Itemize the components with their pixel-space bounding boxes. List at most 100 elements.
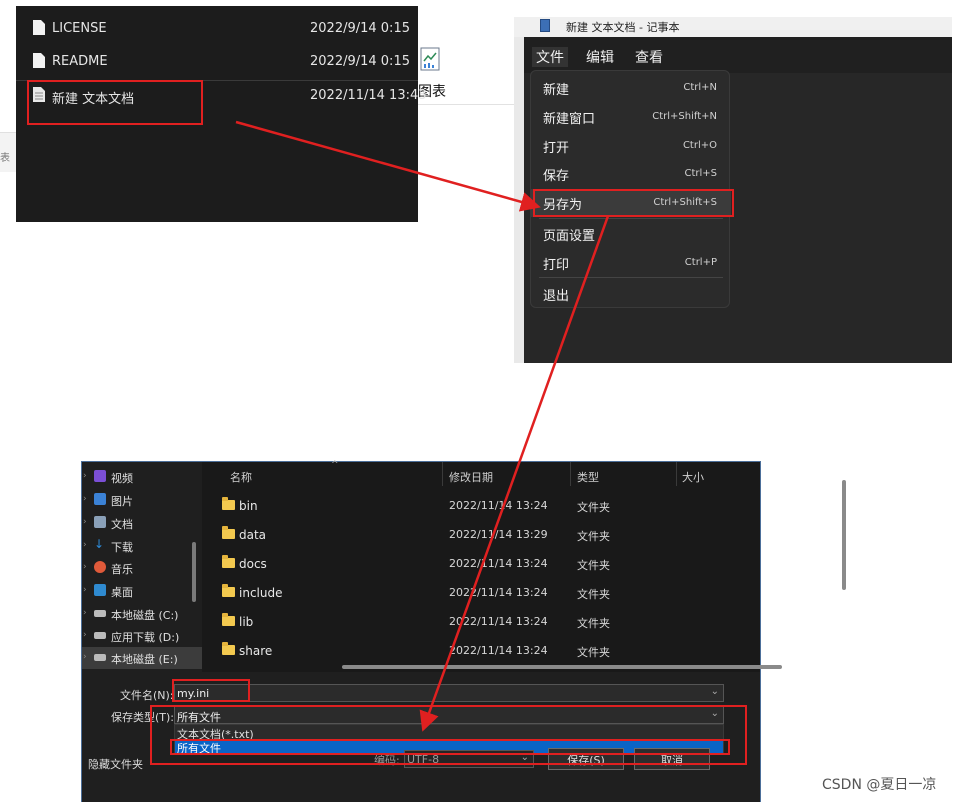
nav-item-desktop[interactable]: › 桌面 (82, 580, 202, 602)
nav-item-downloads[interactable]: › ↓ 下载 (82, 535, 202, 557)
annotation-box-filename (172, 679, 250, 702)
menu-item-exit[interactable]: 退出 (531, 280, 731, 308)
nav-item-music[interactable]: › 音乐 (82, 557, 202, 579)
menu-file[interactable]: 文件 (532, 47, 568, 67)
vertical-scrollbar[interactable] (842, 480, 846, 590)
nav-item-documents[interactable]: › 文档 (82, 512, 202, 534)
column-divider[interactable] (570, 462, 571, 486)
hide-folders-toggle[interactable]: 隐藏文件夹 (88, 756, 143, 772)
folder-icon (222, 526, 235, 539)
annotation-box-file (27, 80, 203, 125)
file-name: README (52, 54, 108, 69)
menu-item-label: 新建窗口 (543, 112, 596, 127)
drive-icon (94, 610, 106, 617)
menu-item-new-window[interactable]: 新建窗口 Ctrl+Shift+N (531, 103, 731, 131)
expand-icon[interactable]: › (83, 608, 87, 618)
background-panel: 表 (0, 132, 16, 172)
column-header-type[interactable]: 类型 (577, 469, 599, 485)
watermark-text: CSDN @夏日一凉 (822, 777, 937, 793)
notepad-titlebar: 新建 文本文档 - 记事本 (514, 17, 952, 37)
folder-type: 文件夹 (577, 646, 610, 659)
column-header-date[interactable]: 修改日期 (449, 469, 493, 485)
expand-icon[interactable]: › (83, 585, 87, 595)
folder-row[interactable]: lib 2022/11/14 13:24 文件夹 (204, 608, 719, 636)
menu-item-shortcut: Ctrl+Shift+N (652, 111, 717, 122)
expand-icon[interactable]: › (83, 517, 87, 527)
nav-item-videos[interactable]: › 视频 (82, 466, 202, 488)
nav-label: 应用下载 (D:) (111, 631, 180, 644)
expand-icon[interactable]: › (83, 471, 87, 481)
column-divider[interactable] (676, 462, 677, 486)
filename-label: 文件名(N): (120, 689, 174, 702)
menu-separator (539, 277, 723, 278)
folder-name: bin (239, 499, 258, 513)
nav-item-drive-c[interactable]: › 本地磁盘 (C:) (82, 603, 202, 625)
column-divider[interactable] (442, 462, 443, 486)
file-row[interactable]: README 2022/9/14 0:15 (16, 47, 418, 75)
file-icon (33, 53, 45, 68)
window-edge (514, 37, 524, 363)
folder-date: 2022/11/14 13:24 (449, 644, 548, 657)
desktop-icon (94, 584, 106, 596)
file-list-pane: 名称 ^ 修改日期 类型 大小 bin 2022/11/14 13:24 文件夹… (204, 460, 846, 672)
filename-input[interactable]: my.ini ⌄ (174, 684, 724, 702)
background-divider (418, 104, 516, 105)
expand-icon[interactable]: › (83, 562, 87, 572)
menu-view[interactable]: 查看 (635, 47, 663, 67)
folder-row[interactable]: data 2022/11/14 13:29 文件夹 (204, 521, 719, 549)
menu-item-print[interactable]: 打印 Ctrl+P (531, 249, 731, 277)
nav-label: 桌面 (111, 586, 133, 599)
expand-icon[interactable]: › (83, 630, 87, 640)
menu-item-label: 保存 (543, 169, 570, 184)
music-icon (94, 561, 106, 573)
menu-item-new[interactable]: 新建 Ctrl+N (531, 74, 731, 102)
folder-name: lib (239, 615, 254, 629)
expand-icon[interactable]: › (83, 652, 87, 662)
menu-bar: 文件 编辑 查看 (524, 37, 952, 73)
screenshot-stage: 表 图表 LICENSE 2022/9/14 0:15 README 2022/… (0, 0, 974, 802)
nav-scrollbar[interactable] (192, 542, 196, 602)
drive-icon (94, 654, 106, 661)
expand-icon[interactable]: › (83, 540, 87, 550)
menu-item-label: 页面设置 (543, 229, 596, 244)
folder-row[interactable]: docs 2022/11/14 13:24 文件夹 (204, 550, 719, 578)
nav-label: 音乐 (111, 563, 133, 576)
video-icon (94, 470, 106, 482)
column-header-size[interactable]: 大小 (682, 469, 704, 485)
chevron-down-icon[interactable]: ⌄ (711, 686, 719, 697)
folder-date: 2022/11/14 13:29 (449, 528, 548, 541)
folder-icon (222, 642, 235, 655)
folder-name: share (239, 644, 273, 658)
menu-item-label: 退出 (543, 289, 570, 304)
chart-file-icon[interactable] (420, 47, 440, 71)
menu-edit[interactable]: 编辑 (586, 47, 614, 67)
file-date: 2022/9/14 0:15 (310, 54, 410, 69)
menu-item-label: 打开 (543, 141, 570, 156)
column-header-name[interactable]: 名称 (230, 469, 252, 485)
drive-icon (94, 632, 106, 639)
nav-item-drive-e[interactable]: › 本地磁盘 (E:) (82, 647, 202, 669)
menu-item-page-setup[interactable]: 页面设置 (531, 220, 731, 248)
folder-date: 2022/11/14 13:24 (449, 586, 548, 599)
folder-icon (222, 613, 235, 626)
file-name: LICENSE (52, 21, 107, 36)
folder-type: 文件夹 (577, 588, 610, 601)
horizontal-scrollbar[interactable] (342, 665, 782, 669)
file-date: 2022/9/14 0:15 (310, 21, 410, 36)
menu-item-save[interactable]: 保存 Ctrl+S (531, 160, 731, 188)
expand-icon[interactable]: › (83, 494, 87, 504)
folder-icon (222, 584, 235, 597)
nav-label: 文档 (111, 518, 133, 531)
nav-label: 下载 (111, 541, 133, 554)
file-row[interactable]: LICENSE 2022/9/14 0:15 (16, 14, 418, 42)
menu-item-open[interactable]: 打开 Ctrl+O (531, 132, 731, 160)
picture-icon (94, 493, 106, 505)
folder-row[interactable]: share 2022/11/14 13:24 文件夹 (204, 637, 719, 665)
annotation-box-all-files (170, 739, 730, 755)
folder-row[interactable]: include 2022/11/14 13:24 文件夹 (204, 579, 719, 607)
nav-item-pictures[interactable]: › 图片 (82, 489, 202, 511)
nav-item-drive-d[interactable]: › 应用下载 (D:) (82, 625, 202, 647)
folder-type: 文件夹 (577, 559, 610, 572)
folder-row[interactable]: bin 2022/11/14 13:24 文件夹 (204, 492, 719, 520)
download-icon: ↓ (94, 537, 105, 551)
